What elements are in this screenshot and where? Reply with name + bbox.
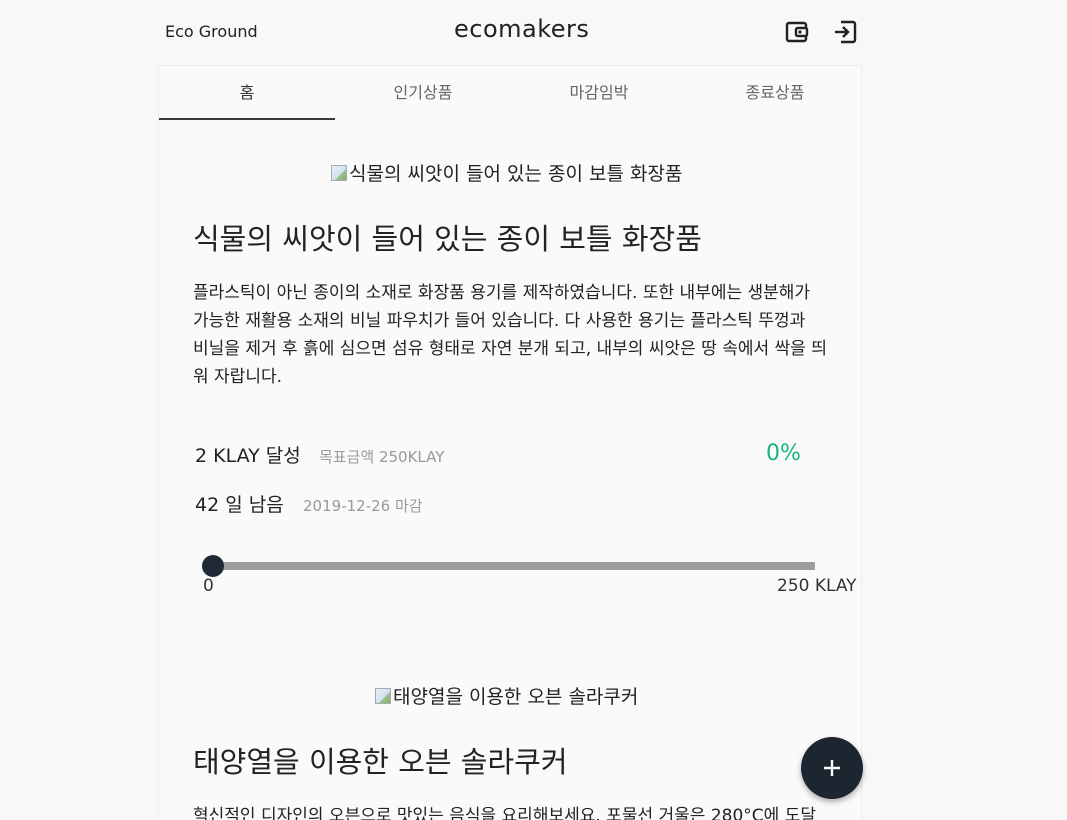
tab-bar: 홈 인기상품 마감임박 종료상품 <box>159 66 863 120</box>
product-list-card: 홈 인기상품 마감임박 종료상품 식물의 씨앗이 들어 있는 종이 보틀 화장품… <box>158 65 862 820</box>
deadline-date: 2019-12-26 마감 <box>303 497 423 515</box>
wallet-icon[interactable] <box>784 19 810 45</box>
description-line: 플라스틱이 아닌 종이의 소재로 화장품 용기를 제작하였습니다. 또한 내부에… <box>193 283 811 303</box>
tab-home[interactable]: 홈 <box>159 66 335 120</box>
add-product-button[interactable] <box>801 737 863 799</box>
description-line: 혁신적인 디자인의 오븐으로 맛있는 음식을 요리해보세요. 포물선 거울은 2… <box>193 806 816 820</box>
slider-min-label: 0 <box>203 576 214 596</box>
funding-slider-thumb[interactable] <box>202 555 224 577</box>
product-title[interactable]: 식물의 씨앗이 들어 있는 종이 보틀 화장품 <box>193 216 702 258</box>
funding-slider-track[interactable] <box>213 562 815 570</box>
product-description: 플라스틱이 아닌 종이의 소재로 화장품 용기를 제작하였습니다. 또한 내부에… <box>193 279 829 391</box>
product-image[interactable]: 태양열을 이용한 오븐 솔라쿠커 <box>375 682 638 709</box>
product-description: 혁신적인 디자인의 오븐으로 맛있는 음식을 요리해보세요. 포물선 거울은 2… <box>193 802 829 820</box>
slider-max-label: 250 KLAY <box>777 576 857 596</box>
tab-closing-soon[interactable]: 마감임박 <box>511 66 687 120</box>
brand-eco-ground[interactable]: Eco Ground <box>165 22 258 41</box>
goal-amount: 목표금액 250KLAY <box>319 448 445 466</box>
description-line: 워 자랍니다. <box>193 367 283 387</box>
description-line: 가능한 재활용 소재의 비닐 파우치가 들어 있습니다. 다 사용한 용기는 플… <box>193 311 806 331</box>
tab-ended[interactable]: 종료상품 <box>687 66 863 120</box>
image-alt-text: 식물의 씨앗이 들어 있는 종이 보틀 화장품 <box>349 163 683 185</box>
days-left: 42 일 남음 <box>195 494 284 516</box>
plus-icon <box>824 760 840 776</box>
app-page: Eco Ground ecomakers 홈 인기상품 마감임박 종료상품 식물… <box>0 0 1067 820</box>
tab-popular[interactable]: 인기상품 <box>335 66 511 120</box>
brand-ecomakers-logo[interactable]: ecomakers <box>454 15 589 43</box>
logout-icon[interactable] <box>832 19 858 45</box>
broken-image-icon <box>331 164 347 181</box>
broken-image-icon <box>375 687 391 704</box>
image-alt-text: 태양열을 이용한 오븐 솔라쿠커 <box>393 686 639 708</box>
product-image[interactable]: 식물의 씨앗이 들어 있는 종이 보틀 화장품 <box>331 159 682 186</box>
product-title[interactable]: 태양열을 이용한 오븐 솔라쿠커 <box>193 739 568 781</box>
progress-percent: 0% <box>766 441 801 466</box>
raised-amount: 2 KLAY 달성 <box>195 445 301 467</box>
header: Eco Ground ecomakers <box>0 0 1067 66</box>
description-line: 비닐을 제거 후 흙에 심으면 섬유 형태로 자연 분개 되고, 내부의 씨앗은… <box>193 339 827 359</box>
